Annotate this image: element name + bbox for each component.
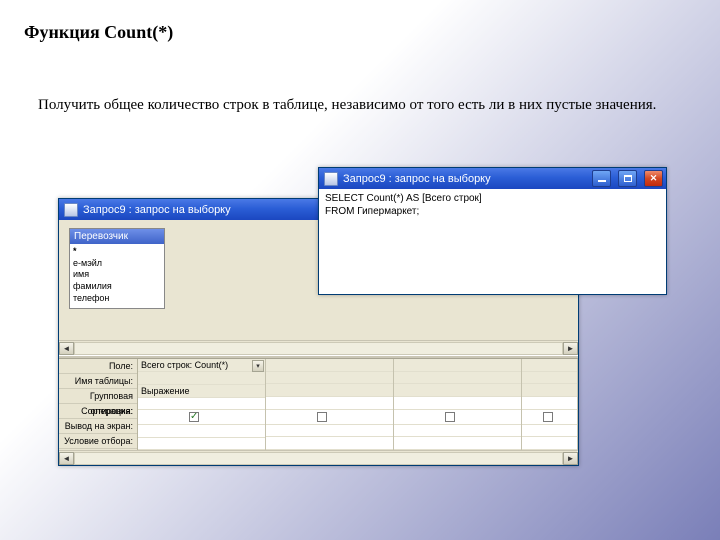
scroll-left-button[interactable]: ◄ (59, 452, 74, 465)
scroll-left-button[interactable]: ◄ (59, 342, 74, 355)
window-title: Запрос9 : запрос на выборку (83, 204, 231, 216)
upper-scrollbar[interactable]: ◄ ► (59, 340, 578, 355)
checkbox-show[interactable] (445, 412, 455, 422)
table-box[interactable]: Перевозчик * е-мэйл имя фамилия телефон (69, 228, 165, 309)
cell-or[interactable] (394, 437, 521, 450)
close-button[interactable]: ✕ (644, 170, 663, 187)
scroll-track[interactable] (74, 452, 563, 465)
field-item[interactable]: е-мэйл (73, 258, 161, 270)
titlebar[interactable]: Запрос9 : запрос на выборку ✕ (319, 168, 666, 189)
cell-field[interactable] (394, 359, 521, 372)
cell-table[interactable] (394, 372, 521, 385)
maximize-button[interactable] (618, 170, 637, 187)
table-field-list[interactable]: * е-мэйл имя фамилия телефон (70, 244, 164, 308)
dropdown-icon[interactable]: ▾ (252, 360, 264, 372)
checkbox-show[interactable] (317, 412, 327, 422)
checkbox-show[interactable] (543, 412, 553, 422)
cell-or[interactable] (266, 437, 393, 450)
cell-table[interactable] (138, 372, 265, 385)
cell-criteria[interactable] (266, 425, 393, 438)
table-box-title: Перевозчик (70, 229, 164, 244)
row-labels: Поле: Имя таблицы: Групповая операция: С… (59, 359, 138, 450)
cell-sort[interactable] (394, 397, 521, 410)
cell-field[interactable]: Всего строк: Count(*)▾ (138, 359, 265, 372)
field-item[interactable]: фамилия (73, 281, 161, 293)
grid-column: Всего строк: Count(*)▾ Выражение (138, 359, 266, 450)
row-label: Поле: (59, 359, 137, 374)
cell-operation[interactable]: Выражение (138, 385, 265, 398)
cell-or[interactable] (138, 438, 265, 451)
grid-scrollbar[interactable]: ◄ ► (59, 450, 578, 465)
sql-editor[interactable]: SELECT Count(*) AS [Всего строк] FROM Ги… (319, 189, 666, 294)
row-label: Сортировка: (59, 404, 137, 419)
cell-sort[interactable] (522, 397, 577, 410)
field-item[interactable]: имя (73, 269, 161, 281)
window-title: Запрос9 : запрос на выборку (343, 173, 491, 185)
minimize-button[interactable] (592, 170, 611, 187)
grid-column (266, 359, 394, 450)
scroll-right-button[interactable]: ► (563, 452, 578, 465)
field-item[interactable]: телефон (73, 293, 161, 305)
row-label: Вывод на экран: (59, 419, 137, 434)
page-title: Функция Count(*) (24, 22, 173, 43)
grid-column (522, 359, 578, 450)
field-item[interactable]: * (73, 246, 161, 258)
cell-operation[interactable] (522, 384, 577, 397)
cell-operation[interactable] (394, 384, 521, 397)
cell-criteria[interactable] (522, 425, 577, 438)
app-icon (324, 172, 338, 186)
grid-columns: Всего строк: Count(*)▾ Выражение (138, 359, 578, 450)
body-paragraph: Получить общее количество строк в таблиц… (38, 90, 690, 122)
sql-view-window: Запрос9 : запрос на выборку ✕ SELECT Cou… (318, 167, 667, 295)
cell-or[interactable] (522, 437, 577, 450)
row-label: Имя таблицы: (59, 374, 137, 389)
grid-column (394, 359, 522, 450)
cell-show[interactable] (266, 410, 393, 425)
minimize-icon (598, 180, 606, 182)
cell-show[interactable] (138, 410, 265, 425)
app-icon (64, 203, 78, 217)
maximize-icon (624, 175, 632, 182)
row-label: Условие отбора: (59, 434, 137, 449)
cell-field[interactable] (522, 359, 577, 372)
cell-operation[interactable] (266, 384, 393, 397)
cell-show[interactable] (522, 410, 577, 425)
design-grid: Поле: Имя таблицы: Групповая операция: С… (59, 359, 578, 450)
cell-criteria[interactable] (138, 425, 265, 438)
row-label: Групповая операция: (59, 389, 137, 404)
scroll-track[interactable] (74, 342, 563, 355)
cell-table[interactable] (522, 372, 577, 385)
cell-show[interactable] (394, 410, 521, 425)
cell-sort[interactable] (138, 398, 265, 411)
cell-table[interactable] (266, 372, 393, 385)
cell-criteria[interactable] (394, 425, 521, 438)
cell-sort[interactable] (266, 397, 393, 410)
cell-field[interactable] (266, 359, 393, 372)
checkbox-show[interactable] (189, 412, 199, 422)
scroll-right-button[interactable]: ► (563, 342, 578, 355)
